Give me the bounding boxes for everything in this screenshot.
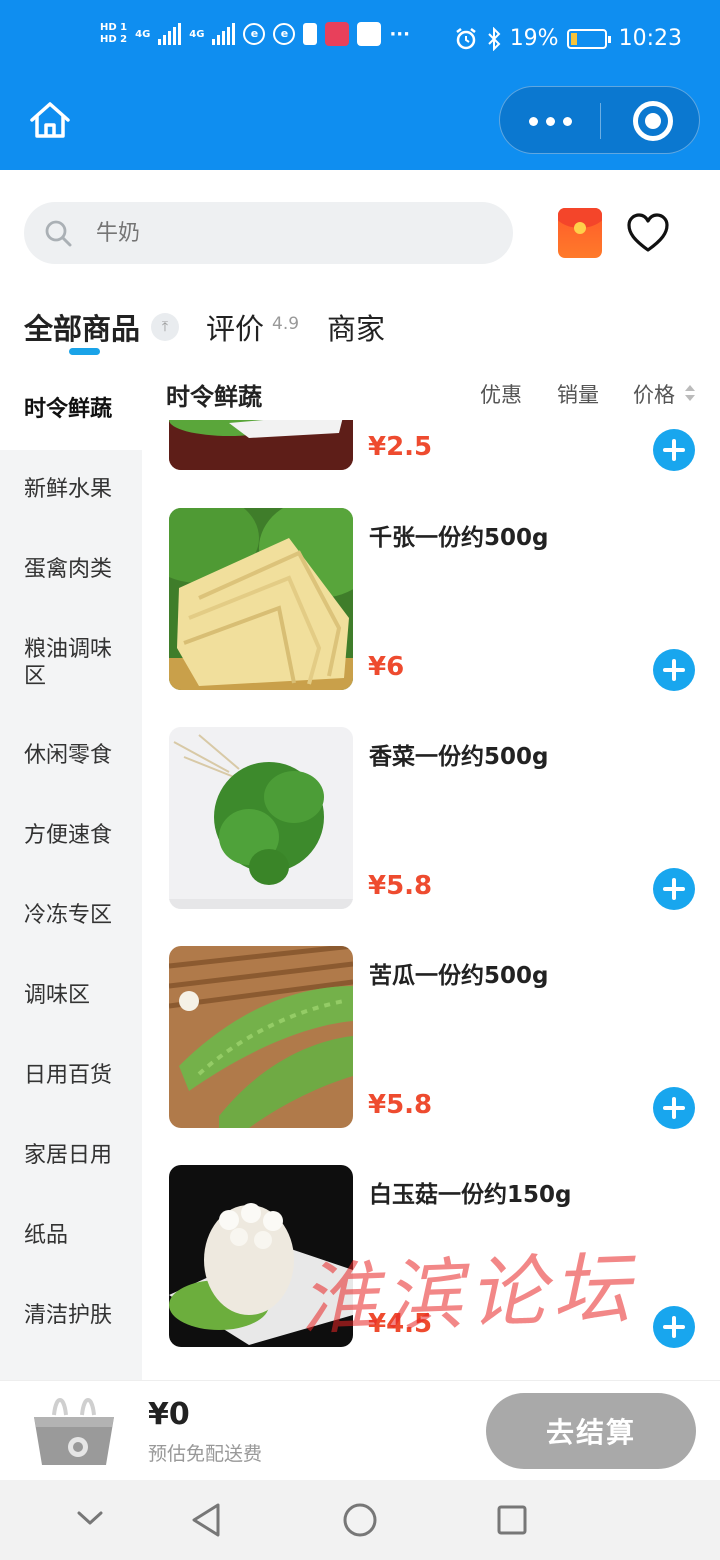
search-icon [45,220,72,247]
tab-all-products[interactable]: 全部商品 [24,306,140,348]
product-item[interactable]: ¥2.5 [142,420,720,488]
product-name: 香菜一份约500g [369,744,549,770]
more-dots-icon[interactable] [524,111,576,131]
sidebar-item-daily-goods[interactable]: 日用百货 [0,1062,142,1089]
home-circle-icon[interactable] [342,1502,378,1538]
category-sidebar: 时令鲜蔬 新鲜水果 蛋禽肉类 粮油调味区 休闲零食 方便速食 冷冻专区 调味区 … [0,370,142,1380]
network2-label: 4G [189,28,205,40]
product-name: 千张一份约500g [369,525,549,551]
product-name: 白玉菇一份约150g [369,1182,572,1208]
pin-top-icon[interactable]: ⤒ [151,313,179,341]
network1-label: 4G [135,28,151,40]
product-price: ¥2.5 [368,432,433,462]
clock: 10:23 [618,26,682,51]
rating-score: 4.9 [272,314,300,334]
sidebar-item-home[interactable]: 家居日用 [0,1142,142,1169]
product-item[interactable]: 苦瓜一份约500g ¥5.8 [142,946,720,1146]
battery-level-fill [570,32,577,45]
signal2-icon [212,23,236,45]
product-image [169,946,353,1128]
product-image [169,727,353,909]
top-header: HD 1 HD 2 4G 4G e e ··· 19% 10:23 [0,0,720,170]
search-input[interactable] [96,202,496,264]
sidebar-item-seasoning[interactable]: 调味区 [0,982,142,1009]
sort-price[interactable]: 价格 [633,379,675,409]
miniprogram-capsule [499,86,700,154]
product-price: ¥5.8 [368,1090,433,1120]
product-item[interactable]: 香菜一份约500g ¥5.8 [142,727,720,927]
forum-watermark: 淮滨论坛 [298,1244,638,1346]
cart-total: ¥0 [148,1397,190,1432]
product-name: 苦瓜一份约500g [369,963,549,989]
sidebar-item-cleaning[interactable]: 清洁护肤 [0,1302,142,1329]
delivery-fee-note: 预估免配送费 [148,1443,263,1465]
sidebar-item-fruit[interactable]: 新鲜水果 [0,476,142,503]
tab-merchant[interactable]: 商家 [327,306,385,348]
more-notifications-icon: ··· [389,23,410,45]
sim2-label: HD 2 [100,34,128,45]
sidebar-item-snacks[interactable]: 休闲零食 [0,742,142,769]
section-title: 时令鲜蔬 [166,383,262,411]
product-image [169,508,353,690]
add-to-cart-button[interactable] [653,1087,695,1129]
battery-icon [566,28,611,49]
tab-reviews[interactable]: 评价 [206,306,264,348]
checkout-button[interactable]: 去结算 [486,1393,696,1469]
red-packet-icon[interactable] [558,208,602,258]
system-nav-bar [0,1480,720,1560]
recent-apps-icon[interactable] [496,1504,528,1536]
add-to-cart-button[interactable] [653,649,695,691]
sidebar-item-instant-food[interactable]: 方便速食 [0,822,142,849]
cart-bar: ¥0 预估免配送费 去结算 [0,1380,720,1480]
app-notification-icon: e [243,23,266,45]
add-to-cart-button[interactable] [653,429,695,471]
heart-icon[interactable] [626,212,670,254]
bluetooth-icon [487,26,501,51]
target-close-icon[interactable] [633,101,673,141]
sidebar-item-meat-eggs[interactable]: 蛋禽肉类 [0,556,142,583]
home-icon[interactable] [28,98,72,142]
sort-discount[interactable]: 优惠 [480,379,522,409]
book-app-icon [325,22,350,46]
battery-percent: 19% [509,26,559,51]
search-notification-icon [357,22,382,46]
sidebar-item-seasonal-veg[interactable]: 时令鲜蔬 [0,370,142,450]
product-price: ¥5.8 [368,871,433,901]
alarm-icon [455,27,476,49]
sim1-label: HD 1 [100,22,128,33]
back-icon[interactable] [190,1502,222,1538]
tab-active-indicator [69,348,100,355]
status-bar-left: HD 1 HD 2 4G 4G e e ··· [100,22,410,46]
sidebar-item-frozen[interactable]: 冷冻专区 [0,902,142,929]
search-bar[interactable] [24,202,513,264]
add-to-cart-button[interactable] [653,1306,695,1348]
chevron-down-icon[interactable] [76,1508,104,1528]
sidebar-item-paper[interactable]: 纸品 [0,1222,142,1249]
alert-notification-icon [303,23,318,45]
sidebar-item-grain-oil[interactable]: 粮油调味区 [0,636,122,690]
signal1-icon [158,23,182,45]
status-bar-right: 19% 10:23 [454,26,682,51]
capsule-divider [600,103,601,139]
sort-sales[interactable]: 销量 [557,379,599,409]
product-item[interactable]: 千张一份约500g ¥6 [142,508,720,708]
sort-arrows-icon [685,385,695,401]
add-to-cart-button[interactable] [653,868,695,910]
app-notification-icon: e [273,23,296,45]
product-image [169,420,353,470]
shopping-basket-icon[interactable] [28,1391,120,1471]
product-price: ¥6 [368,652,405,682]
sim-indicator: HD 1 HD 2 [100,22,127,46]
